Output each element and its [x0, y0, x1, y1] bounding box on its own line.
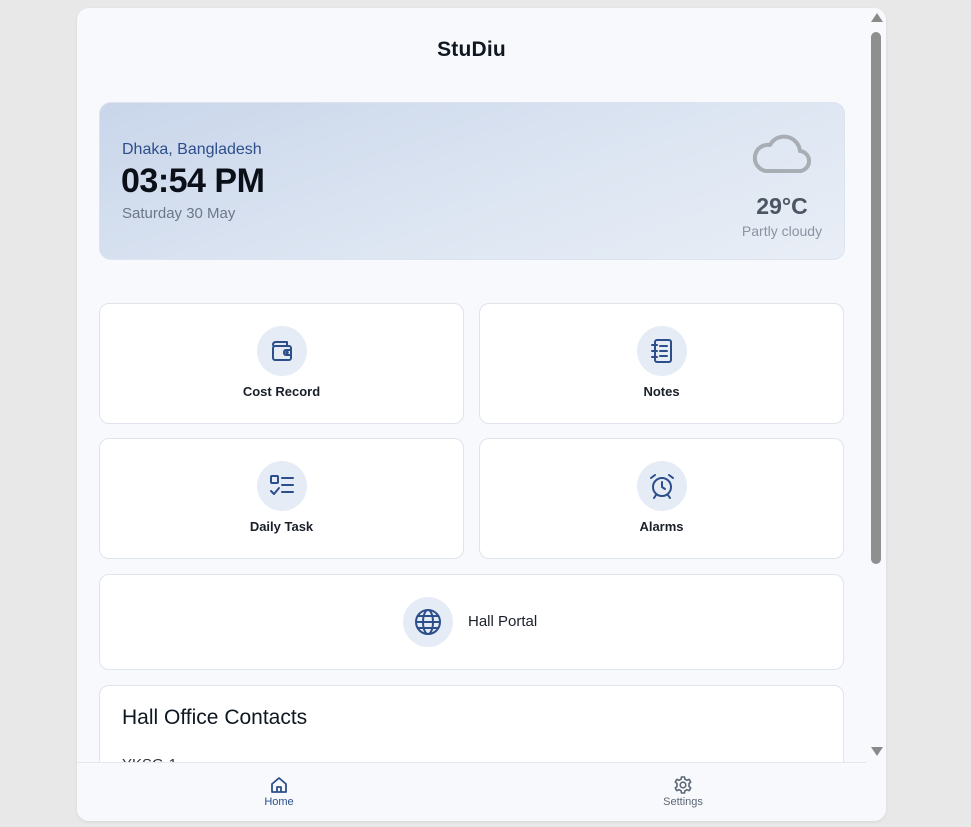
- cloud-icon: [752, 134, 811, 174]
- tile-label: Cost Record: [242, 384, 321, 399]
- tile-label: Hall Portal: [468, 613, 538, 630]
- nav-settings[interactable]: Settings: [643, 775, 723, 808]
- wallet-icon: [257, 326, 307, 376]
- current-time: 03:54 PM: [121, 162, 265, 200]
- notes-tile[interactable]: Notes: [479, 303, 844, 424]
- nav-settings-label: Settings: [663, 796, 703, 808]
- daily-task-tile[interactable]: Daily Task: [99, 438, 464, 559]
- nav-home[interactable]: Home: [239, 775, 319, 808]
- nav-home-label: Home: [264, 796, 294, 808]
- tile-label: Daily Task: [249, 519, 314, 534]
- globe-icon: [403, 597, 453, 647]
- weather-card: Dhaka, Bangladesh 03:54 PM Saturday 30 M…: [99, 102, 845, 260]
- tile-label: Alarms: [639, 519, 684, 534]
- cost-record-tile[interactable]: Cost Record: [99, 303, 464, 424]
- alarm-clock-icon: [637, 461, 687, 511]
- weather-location: Dhaka, Bangladesh: [122, 141, 262, 158]
- app-window: StuDiu Dhaka, Bangladesh 03:54 PM Saturd…: [77, 8, 886, 821]
- scrollbar[interactable]: [866, 8, 886, 821]
- gear-icon: [674, 776, 692, 794]
- alarms-tile[interactable]: Alarms: [479, 438, 844, 559]
- scroll-thumb[interactable]: [871, 32, 881, 564]
- scroll-up-arrow[interactable]: [871, 13, 883, 22]
- app-title: StuDiu: [437, 38, 506, 61]
- weather-condition: Partly cloudy: [741, 223, 823, 239]
- temperature: 29°C: [756, 193, 808, 219]
- scroll-down-arrow[interactable]: [871, 747, 883, 756]
- bottom-navigation: Home Settings: [77, 762, 866, 821]
- tile-label: Notes: [643, 384, 680, 399]
- current-date: Saturday 30 May: [122, 205, 236, 222]
- home-icon: [271, 777, 287, 793]
- hall-portal-tile[interactable]: Hall Portal: [99, 574, 844, 670]
- checklist-icon: [257, 461, 307, 511]
- contacts-title: Hall Office Contacts: [122, 706, 308, 729]
- notebook-icon: [637, 326, 687, 376]
